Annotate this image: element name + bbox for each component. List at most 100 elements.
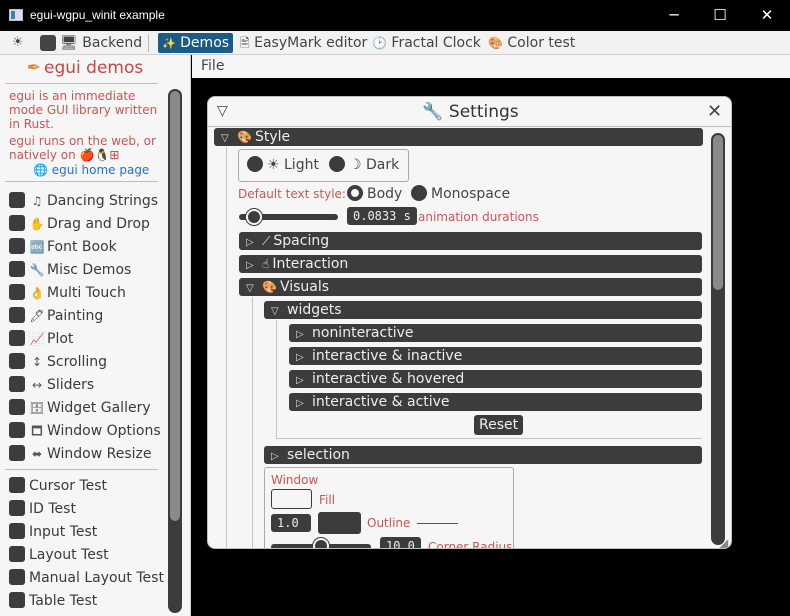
theme-toggle-icon[interactable]: ☀ — [12, 31, 24, 55]
font-icon: 🔤 — [29, 240, 45, 254]
demo-dancing-strings[interactable]: ♫ Dancing Strings — [9, 192, 158, 210]
hand-icon: ✋ — [29, 217, 45, 231]
checkbox[interactable] — [9, 376, 25, 392]
demo-drag-and-drop[interactable]: ✋ Drag and Drop — [9, 215, 150, 233]
test-id-test[interactable]: ID Test — [9, 500, 76, 518]
corner-radius-value[interactable]: 10.0 — [380, 537, 421, 548]
test-table-test[interactable]: Table Test — [9, 592, 97, 610]
test-label: Manual Layout Test — [29, 570, 164, 586]
checkbox[interactable] — [9, 192, 25, 208]
maximize-button[interactable]: ☐ — [697, 0, 743, 31]
spacing-header[interactable]: ▷ ⟋ Spacing — [239, 232, 702, 250]
scrollbar-thumb[interactable] — [713, 135, 723, 290]
interactive-inactive-header[interactable]: ▷ interactive & inactive — [289, 347, 702, 365]
divider — [208, 126, 731, 127]
side-panel-scrollbar[interactable] — [168, 89, 182, 613]
tab-color-test[interactable]: 🎨 Color test — [488, 31, 575, 55]
sparkle-icon: ✨ — [162, 37, 176, 50]
test-manual-layout-test[interactable]: Manual Layout Test — [9, 569, 164, 587]
collapsed-arrow-icon: ▷ — [296, 398, 304, 409]
checkbox[interactable] — [9, 215, 25, 231]
settings-scrollbar[interactable] — [711, 133, 725, 545]
radio-selected[interactable] — [347, 185, 363, 201]
demo-window-options[interactable]: 🗖 Window Options — [9, 422, 161, 440]
checkbox[interactable] — [9, 546, 25, 562]
backend-checkbox[interactable] — [40, 35, 56, 51]
demo-multi-touch[interactable]: 👌 Multi Touch — [9, 284, 126, 302]
backend-button[interactable]: 🖥 Backend — [60, 31, 142, 55]
animation-duration-value[interactable]: 0.0833 s — [347, 207, 417, 225]
theme-light-label: ☀ Light — [267, 157, 319, 173]
collapsed-arrow-icon: ▷ — [246, 237, 254, 248]
demo-scrolling[interactable]: ↕ Scrolling — [9, 353, 107, 371]
checkbox[interactable] — [9, 422, 25, 438]
tab-demos[interactable]: ✨ Demos — [158, 33, 234, 53]
checkbox[interactable] — [9, 500, 25, 516]
checkbox[interactable] — [9, 445, 25, 461]
demo-window-resize[interactable]: ⬌ Window Resize — [9, 445, 152, 463]
outline-width-value[interactable]: 1.0 — [271, 514, 311, 532]
demo-plot[interactable]: 📈 Plot — [9, 330, 73, 348]
visuals-header[interactable]: ▽ 🎨 Visuals — [239, 278, 702, 296]
noninteractive-header[interactable]: ▷ noninteractive — [289, 324, 702, 342]
widgets-header[interactable]: ▽ widgets — [264, 301, 702, 319]
theme-light-option[interactable]: ☀ Light — [247, 156, 319, 173]
theme-dark-option[interactable]: ☽ Dark — [329, 156, 399, 173]
checkbox[interactable] — [9, 477, 25, 493]
demo-misc-demos[interactable]: 🔧 Misc Demos — [9, 261, 131, 279]
close-settings-button[interactable]: ✕ — [707, 101, 722, 122]
indent-line — [226, 147, 227, 548]
demo-widget-gallery[interactable]: 🗄 Widget Gallery — [9, 399, 151, 417]
brush-icon: 🖊 — [29, 309, 45, 323]
slider-handle[interactable] — [246, 209, 262, 225]
checkbox[interactable] — [9, 307, 25, 323]
slider-handle[interactable] — [313, 538, 329, 548]
test-cursor-test[interactable]: Cursor Test — [9, 477, 107, 495]
checkbox[interactable] — [9, 284, 25, 300]
demo-label: Window Resize — [47, 446, 152, 462]
egui-home-page-link[interactable]: 🌐 egui home page — [33, 163, 149, 177]
widgets-label: widgets — [287, 302, 342, 318]
demo-label: Font Book — [47, 239, 117, 255]
style-header[interactable]: ▽ 🎨 Style — [214, 128, 703, 146]
indent-end-line — [276, 438, 702, 439]
checkbox[interactable] — [9, 353, 25, 369]
checkbox[interactable] — [9, 238, 25, 254]
settings-title-bar[interactable]: ▽ 🔧 Settings ✕ — [208, 97, 731, 127]
interactive-active-header[interactable]: ▷ interactive & active — [289, 393, 702, 411]
tab-fractal-clock[interactable]: 🕑 Fractal Clock — [372, 31, 481, 55]
chart-icon: 📈 — [29, 332, 45, 346]
test-input-test[interactable]: Input Test — [9, 523, 97, 541]
reset-button[interactable]: Reset — [474, 415, 524, 435]
side-panel-heading-text: egui demos — [44, 58, 144, 78]
demo-font-book[interactable]: 🔤 Font Book — [9, 238, 117, 256]
checkbox[interactable] — [9, 523, 25, 539]
cabinet-icon: 🗄 — [29, 401, 45, 415]
close-window-button[interactable]: ✕ — [744, 0, 790, 31]
text-style-monospace[interactable]: Monospace — [411, 185, 510, 202]
fill-color-swatch[interactable] — [271, 489, 312, 509]
text-style-body[interactable]: Body — [347, 185, 402, 202]
checkbox[interactable] — [9, 569, 25, 585]
palette-icon: 🎨 — [237, 130, 252, 144]
minimize-button[interactable]: ─ — [651, 0, 697, 31]
tab-easymark-editor[interactable]: 🖹 EasyMark editor — [240, 31, 367, 55]
checkbox[interactable] — [9, 399, 25, 415]
radio[interactable] — [411, 185, 427, 201]
demo-painting[interactable]: 🖊 Painting — [9, 307, 103, 325]
checkbox[interactable] — [9, 330, 25, 346]
resize-grip-icon[interactable]: ◢ — [719, 536, 728, 548]
interactive-hovered-header[interactable]: ▷ interactive & hovered — [289, 370, 702, 388]
scrollbar-thumb[interactable] — [170, 91, 180, 521]
checkbox[interactable] — [9, 261, 25, 277]
checkbox[interactable] — [9, 592, 25, 608]
demo-sliders[interactable]: ↔ Sliders — [9, 376, 94, 394]
radio[interactable] — [247, 156, 263, 172]
interaction-header[interactable]: ▷ ☝ Interaction — [239, 255, 702, 273]
collapsed-arrow-icon: ▷ — [271, 451, 279, 462]
file-menu[interactable]: File — [201, 58, 224, 74]
radio[interactable] — [329, 156, 345, 172]
selection-header[interactable]: ▷ selection — [264, 446, 702, 464]
test-layout-test[interactable]: Layout Test — [9, 546, 109, 564]
outline-color-swatch[interactable] — [318, 512, 361, 534]
